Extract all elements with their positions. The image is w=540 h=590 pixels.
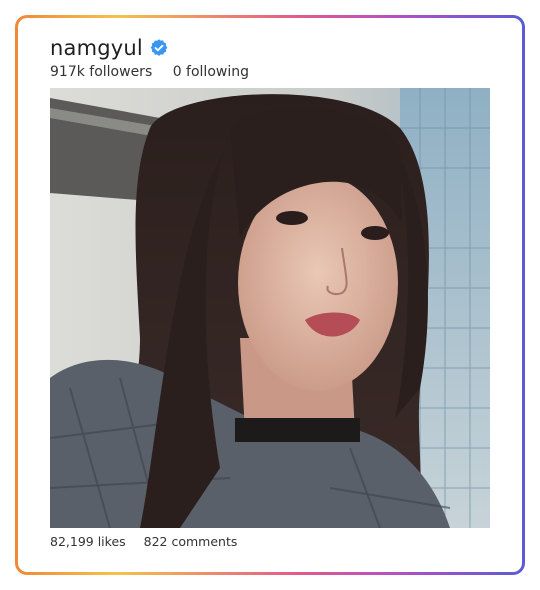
following-count[interactable]: 0 following [173, 64, 249, 80]
comments-count[interactable]: 822 comments [144, 534, 238, 549]
post-footer: 82,199 likes 822 comments [50, 534, 237, 549]
username[interactable]: namgyul [50, 36, 143, 60]
card-gradient-border: namgyul 917k followers 0 following 82,19… [15, 15, 525, 575]
portrait-image [50, 88, 490, 528]
followers-count[interactable]: 917k followers [50, 64, 152, 80]
profile-stats: 917k followers 0 following [50, 64, 249, 80]
likes-count[interactable]: 82,199 likes [50, 534, 126, 549]
verified-badge-icon [150, 39, 168, 56]
username-row: namgyul [50, 36, 249, 60]
instagram-profile-card: namgyul 917k followers 0 following 82,19… [18, 18, 522, 572]
post-photo[interactable] [50, 88, 490, 528]
profile-header: namgyul 917k followers 0 following [50, 36, 249, 80]
